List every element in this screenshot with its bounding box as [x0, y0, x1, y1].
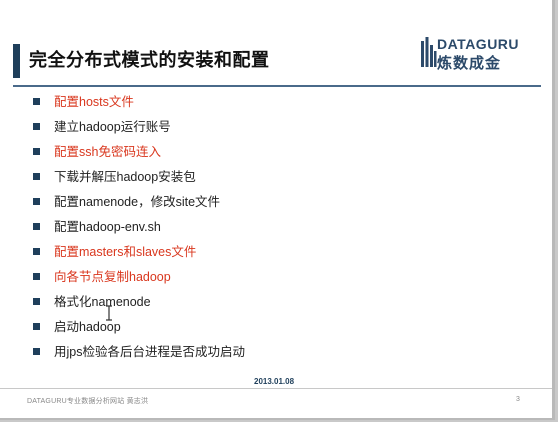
footer-divider	[0, 388, 552, 389]
title-divider	[13, 85, 541, 87]
bullet-text: 格式化namenode	[54, 295, 151, 309]
page-number: 3	[516, 396, 520, 403]
bullet-square-icon	[33, 298, 40, 305]
bullet-text: 配置hadoop-env.sh	[54, 220, 161, 234]
bullet-text: 配置namenode，修改site文件	[54, 195, 221, 209]
bullet-square-icon	[33, 248, 40, 255]
bullet-square-icon	[33, 123, 40, 130]
bullet-square-icon	[33, 98, 40, 105]
bullet-square-icon	[33, 348, 40, 355]
logo-text-primary: DATAGURU	[437, 36, 520, 52]
bullet-text: 配置ssh免密码连入	[54, 145, 161, 159]
title-accent-bar	[13, 44, 20, 78]
bullet-square-icon	[33, 323, 40, 330]
bullet-text: 向各节点复制hadoop	[54, 270, 171, 284]
logo-bars-icon	[421, 37, 437, 67]
bullet-square-icon	[33, 273, 40, 280]
presentation-slide: 完全分布式模式的安装和配置 DATAGURU 炼数成金 配置hosts文件建立h…	[0, 0, 555, 420]
text-cursor-icon	[106, 305, 112, 321]
bullet-square-icon	[33, 198, 40, 205]
bullet-text: 建立hadoop运行账号	[54, 120, 171, 134]
bullet-square-icon	[33, 173, 40, 180]
bullet-text: 配置masters和slaves文件	[54, 245, 197, 259]
bullet-text: 下载并解压hadoop安装包	[54, 170, 196, 184]
bullet-text: 用jps检验各后台进程是否成功启动	[54, 345, 245, 359]
slide-title: 完全分布式模式的安装和配置	[29, 50, 270, 70]
bullet-square-icon	[33, 148, 40, 155]
dataguru-logo: DATAGURU 炼数成金	[421, 35, 539, 72]
logo-text-secondary: 炼数成金	[437, 54, 502, 72]
footer-date: 2013.01.08	[248, 377, 301, 386]
bullet-text: 配置hosts文件	[54, 95, 134, 109]
bullet-square-icon	[33, 223, 40, 230]
footer-source: DATAGURU专业数据分析网站 黄志洪	[27, 398, 149, 405]
